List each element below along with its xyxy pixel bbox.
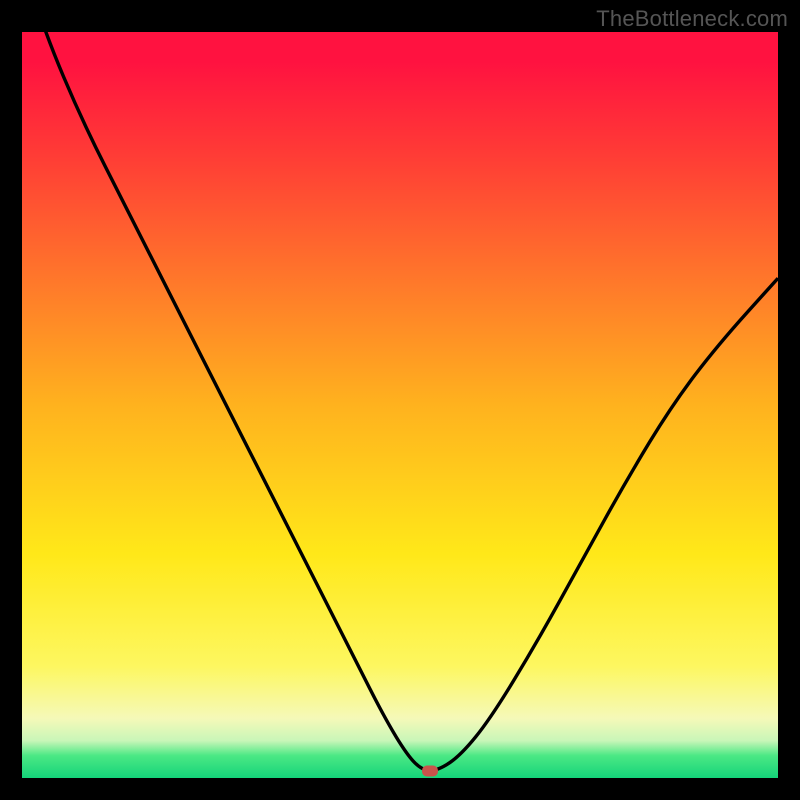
chart-frame: TheBottleneck.com [0, 0, 800, 800]
optimal-point-marker [422, 765, 438, 776]
plot-area [22, 32, 778, 778]
bottleneck-curve [22, 32, 778, 778]
watermark-text: TheBottleneck.com [596, 6, 788, 32]
curve-path [22, 32, 778, 771]
